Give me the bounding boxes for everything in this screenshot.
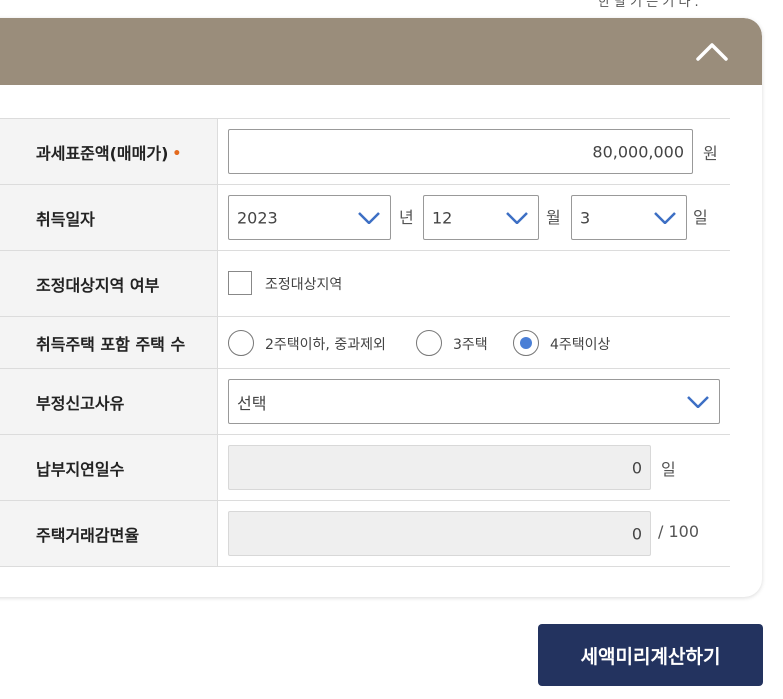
radio-two-or-less-label[interactable]: 2주택이하, 중과제외 — [265, 334, 386, 354]
label-cell: 과세표준액(매매가) • — [0, 119, 218, 184]
year-value: 2023 — [237, 208, 278, 227]
house-count-label: 취득주택 포함 주택 수 — [36, 334, 186, 354]
late-days-input: 0 — [228, 445, 651, 490]
radio-selected-dot — [520, 337, 532, 349]
false-report-value: 선택 — [237, 393, 267, 413]
row-late-days: 납부지연일수 0 일 — [0, 434, 730, 500]
tax-base-unit: 원 — [703, 144, 718, 163]
late-days-label: 납부지연일수 — [36, 459, 125, 479]
radio-three[interactable] — [416, 330, 442, 356]
reduction-rate-value: 0 — [631, 524, 642, 543]
day-value: 3 — [580, 208, 591, 227]
reduction-rate-unit: / 100 — [658, 522, 700, 541]
card-header — [0, 18, 762, 85]
late-days-value: 0 — [631, 458, 642, 477]
row-false-report: 부정신고사유 선택 — [0, 368, 730, 434]
false-report-select[interactable]: 선택 — [228, 379, 720, 424]
radio-two-or-less[interactable] — [228, 330, 254, 356]
collapse-button[interactable] — [694, 34, 730, 70]
reduction-rate-input: 0 — [228, 511, 651, 556]
row-reduction-rate: 주택거래감면율 0 / 100 — [0, 500, 730, 567]
tax-base-label-text: 과세표준액(매매가) — [36, 143, 169, 163]
chevron-down-icon — [358, 211, 380, 224]
regulated-area-checkbox[interactable] — [228, 271, 252, 295]
day-select[interactable]: 3 — [571, 195, 687, 240]
radio-four-or-more-label[interactable]: 4주택이상 — [550, 334, 610, 354]
label-cell: 취득일자 — [0, 185, 218, 250]
chevron-down-icon — [687, 395, 709, 408]
row-house-count: 취득주택 포함 주택 수 2주택이하, 중과제외 3주택 4주택이상 — [0, 316, 730, 368]
chevron-up-icon — [696, 43, 728, 61]
label-cell: 납부지연일수 — [0, 435, 218, 500]
false-report-label: 부정신고사유 — [36, 393, 125, 413]
regulated-area-label: 조정대상지역 여부 — [36, 275, 160, 295]
month-unit: 월 — [546, 208, 561, 227]
row-acquisition-date: 취득일자 2023 년 12 월 3 일 — [0, 184, 730, 250]
reduction-rate-label: 주택거래감면율 — [36, 525, 140, 545]
required-mark: • — [172, 145, 182, 162]
day-unit: 일 — [693, 208, 708, 227]
calculate-tax-button[interactable]: 세액미리계산하기 — [538, 624, 763, 686]
month-select[interactable]: 12 — [423, 195, 539, 240]
top-note: 한 말 기 는 기 다 . — [598, 0, 699, 10]
label-cell: 취득주택 포함 주택 수 — [0, 317, 218, 368]
late-days-unit: 일 — [661, 460, 676, 479]
label-cell: 조정대상지역 여부 — [0, 251, 218, 316]
row-regulated-area: 조정대상지역 여부 조정대상지역 — [0, 250, 730, 316]
label-cell: 부정신고사유 — [0, 369, 218, 434]
regulated-area-checkbox-label[interactable]: 조정대상지역 — [265, 274, 342, 294]
chevron-down-icon — [654, 211, 676, 224]
year-select[interactable]: 2023 — [228, 195, 391, 240]
radio-four-or-more[interactable] — [513, 330, 539, 356]
row-tax-base: 과세표준액(매매가) • 80,000,000 원 — [0, 118, 730, 184]
tax-base-value: 80,000,000 — [592, 142, 684, 161]
tax-base-input[interactable]: 80,000,000 — [228, 129, 693, 174]
chevron-down-icon — [506, 211, 528, 224]
acquisition-date-label: 취득일자 — [36, 209, 95, 229]
radio-three-label[interactable]: 3주택 — [453, 334, 488, 354]
year-unit: 년 — [399, 208, 414, 227]
label-cell: 주택거래감면율 — [0, 501, 218, 566]
month-value: 12 — [432, 208, 453, 227]
tax-form-card: 과세표준액(매매가) • 80,000,000 원 취득일자 2023 년 12 … — [0, 18, 762, 597]
tax-base-label: 과세표준액(매매가) • — [36, 140, 181, 164]
